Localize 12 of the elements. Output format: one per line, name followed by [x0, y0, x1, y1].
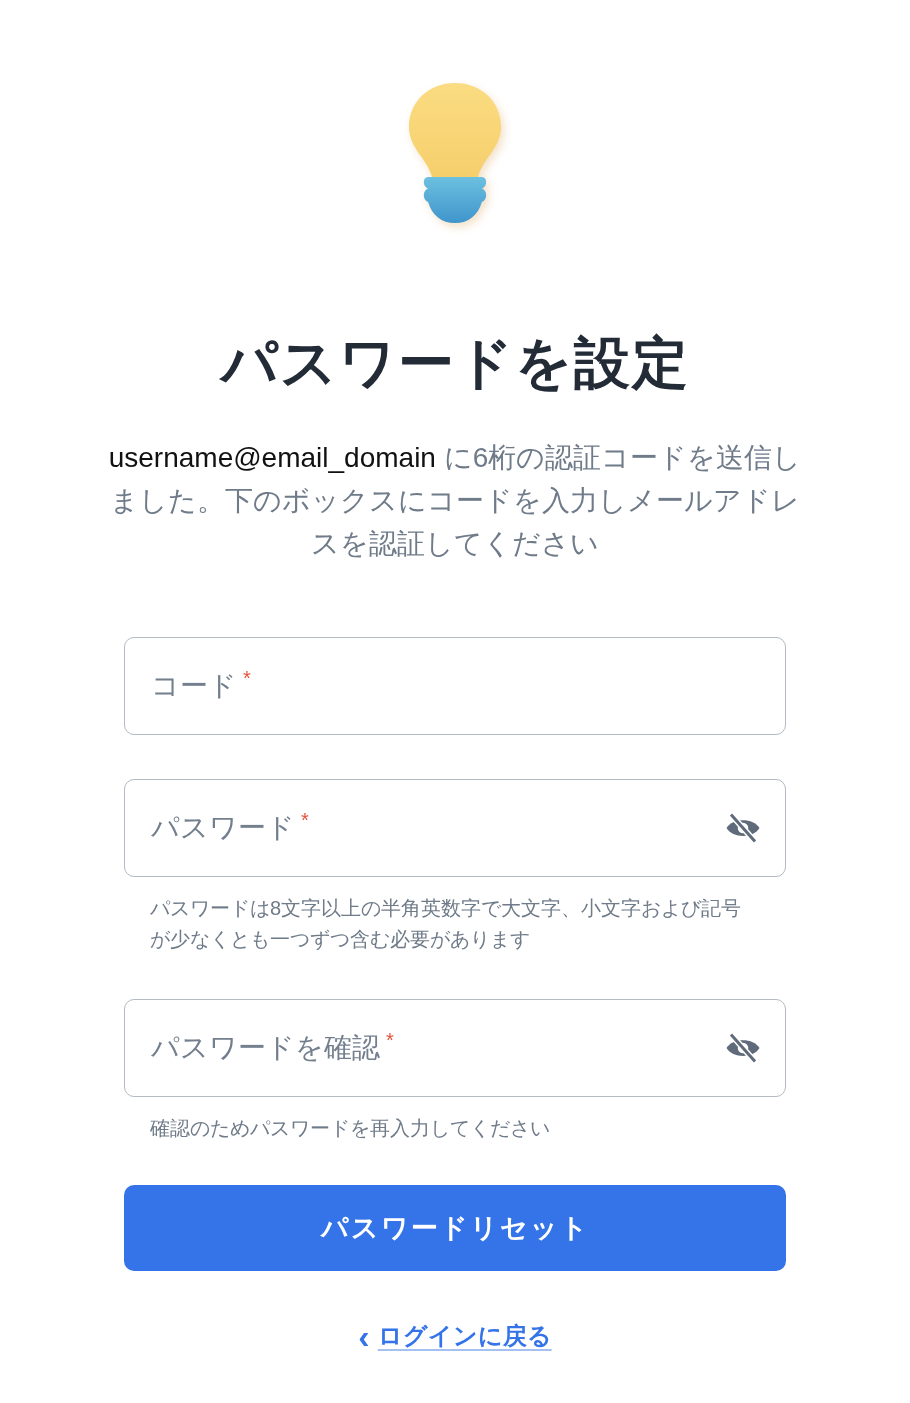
code-field[interactable]: コード * — [124, 637, 786, 735]
password-field[interactable]: パスワード * — [124, 779, 786, 877]
description-text: username@email_domain に6桁の認証コードを送信しました。下のボックスにコードを入力しメールアドレスを認証してください — [107, 441, 803, 561]
eye-off-icon[interactable] — [725, 810, 761, 846]
help-text: 確認のためパスワードを再入力してください — [150, 1116, 551, 1141]
password-field[interactable]: パスワードを確認 * — [124, 999, 786, 1097]
reset-password-button[interactable]: パスワードリセット — [124, 1185, 786, 1271]
back-chevron-icon: ‹ — [358, 1319, 370, 1353]
help-text: パスワードは8文字以上の半角英数字で大文字、小文字および記号が少なくとも一つずつ含む必要があります — [150, 896, 743, 952]
page-title: パスワードを設定 — [220, 330, 690, 396]
eye-off-icon[interactable] — [725, 1030, 761, 1066]
back-to-login-link[interactable]: ログインに戻る — [377, 1320, 552, 1352]
